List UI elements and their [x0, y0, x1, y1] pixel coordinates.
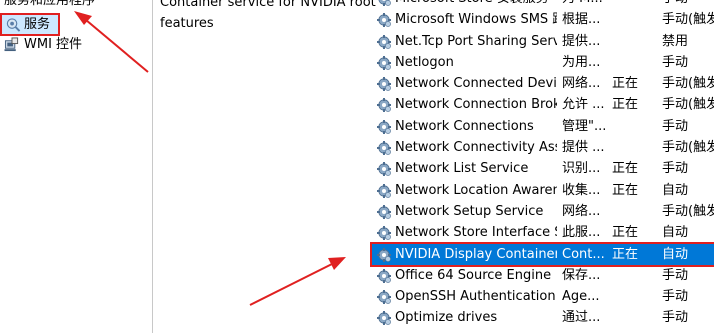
gear-icon: [376, 161, 392, 177]
service-row[interactable]: Net.Tcp Port Sharing Service 提供... 禁用: [372, 31, 714, 52]
service-row[interactable]: Network Connected Devic... 网络... 正在 手动(触发: [372, 73, 714, 94]
service-desc: 提供 ...: [562, 140, 605, 156]
service-desc: 管理"...: [562, 118, 607, 134]
gear-icon: [376, 310, 392, 326]
gear-icon: [376, 97, 392, 113]
service-status: 正在: [612, 225, 639, 241]
tree-item-label: 服务: [24, 17, 51, 32]
service-row[interactable]: Office 64 Source Engine 保存... 手动: [372, 265, 714, 286]
service-description: Container service for NVIDIA root featur…: [160, 0, 376, 34]
service-desc: 识别...: [562, 161, 601, 177]
service-desc: Age...: [562, 289, 600, 305]
gear-icon: [376, 140, 392, 156]
arrow-to-selected-row: [249, 257, 346, 306]
service-desc: 为 M...: [562, 0, 608, 9]
service-name: Network Connectivity Assis...: [395, 140, 557, 156]
gear-icon: [376, 55, 392, 71]
service-name: Network Connected Devic...: [395, 76, 557, 92]
service-name: Network Connections: [395, 118, 534, 134]
service-startup-type: 自动: [662, 182, 689, 198]
service-name: Microsoft Windows SMS 路...: [395, 12, 557, 28]
wmi-icon: [4, 37, 19, 52]
gear-icon: [376, 289, 392, 305]
service-desc: 网络...: [562, 76, 601, 92]
service-desc: Cont...: [562, 246, 605, 262]
service-desc: 根据...: [562, 12, 601, 28]
service-name: Net.Tcp Port Sharing Service: [395, 33, 557, 49]
gear-icon: [376, 0, 392, 7]
service-startup-type: 手动: [662, 310, 689, 326]
service-desc: 收集...: [562, 182, 601, 198]
service-name: Network List Service: [395, 161, 529, 177]
service-row[interactable]: Network List Service 识别... 正在 手动: [372, 158, 714, 179]
service-startup-type: 手动(触发: [662, 203, 714, 219]
service-startup-type: 手动: [662, 289, 689, 305]
gear-icon: [376, 76, 392, 92]
service-name: Network Location Awarene: [395, 182, 557, 198]
service-name: Network Connection Broker: [395, 97, 557, 113]
service-row[interactable]: Optimize drives 通过... 手动: [372, 307, 714, 328]
service-startup-type: 手动(触发: [662, 76, 714, 92]
service-startup-type: 手动(触发: [662, 12, 714, 28]
tree-item-services[interactable]: 服务: [0, 13, 60, 36]
service-name: Office 64 Source Engine: [395, 267, 552, 283]
gear-icon: [376, 34, 392, 50]
description-line: Container service for NVIDIA root: [160, 0, 376, 10]
tree-item-label: WMI 控件: [24, 37, 83, 52]
service-startup-type: 手动: [662, 161, 689, 177]
service-row[interactable]: Network Setup Service 网络... 手动(触发: [372, 201, 714, 222]
service-startup-type: 自动: [662, 246, 689, 262]
gear-icon: [376, 12, 392, 28]
services-list: Microsoft Store 安装服务为 M...手动Microsoft Wi…: [370, 0, 714, 329]
service-status: 正在: [612, 76, 639, 92]
service-startup-type: 手动: [662, 54, 689, 70]
gear-icon: [376, 183, 392, 199]
service-status: 正在: [612, 182, 639, 198]
pane-divider[interactable]: [152, 0, 153, 333]
service-startup-type: 手动: [662, 0, 714, 9]
service-row[interactable]: Network Connections 管理"... 手动: [372, 116, 714, 137]
service-desc: 网络...: [562, 203, 601, 219]
service-row-selected[interactable]: NVIDIA Display Container LS Cont... 正在 自动: [370, 241, 714, 267]
service-name: Network Store Interface Se...: [395, 225, 557, 241]
service-name: OpenSSH Authentication ...: [395, 289, 557, 305]
service-startup-type: 手动: [662, 267, 689, 283]
service-startup-type: 手动(触发: [662, 140, 714, 156]
service-desc: 此服...: [562, 225, 601, 241]
service-name: Network Setup Service: [395, 203, 544, 219]
service-row[interactable]: OpenSSH Authentication ... Age... 手动: [372, 286, 714, 307]
services-icon: [6, 18, 21, 32]
gear-icon: [376, 247, 392, 263]
service-desc: 保存...: [562, 267, 601, 283]
tree-item-label: 服务和应用程序: [4, 0, 96, 8]
service-status: 正在: [612, 246, 639, 262]
service-startup-type: 自动: [662, 225, 689, 241]
service-row[interactable]: Netlogon 为用... 手动: [372, 52, 714, 73]
service-row[interactable]: Microsoft Windows SMS 路... 根据... 手动(触发: [372, 9, 714, 30]
service-desc: 为用...: [562, 54, 601, 70]
gear-icon: [376, 119, 392, 135]
service-startup-type: 禁用: [662, 33, 689, 49]
service-status: 正在: [612, 97, 639, 113]
service-row[interactable]: Network Store Interface Se... 此服... 正在 自动: [372, 222, 714, 243]
gear-icon: [376, 204, 392, 220]
gear-icon: [376, 268, 392, 284]
tree-pane: 服务和应用程序 服务 WMI 控件: [0, 0, 152, 333]
service-status: 正在: [612, 161, 639, 177]
service-name: Netlogon: [395, 54, 454, 70]
service-row[interactable]: Microsoft Store 安装服务为 M... 手动: [372, 0, 714, 9]
service-row[interactable]: Network Location Awarene 收集... 正在 自动: [372, 180, 714, 201]
service-row[interactable]: Network Connectivity Assis... 提供 ... 手动(触发: [372, 137, 714, 158]
service-row[interactable]: Network Connection Broker 允许 ... 正在 手动(触发: [372, 94, 714, 115]
service-desc: 通过...: [562, 310, 601, 326]
service-name: Microsoft Store 安装服务: [395, 0, 557, 9]
service-desc: 允许 ...: [562, 97, 605, 113]
service-name: NVIDIA Display Container LS: [395, 246, 557, 262]
description-line: features: [160, 16, 214, 31]
service-startup-type: 手动: [662, 118, 689, 134]
gear-icon: [376, 225, 392, 241]
service-desc: 提供...: [562, 33, 601, 49]
service-startup-type: 手动(触发: [662, 97, 714, 113]
service-name: Optimize drives: [395, 310, 498, 326]
